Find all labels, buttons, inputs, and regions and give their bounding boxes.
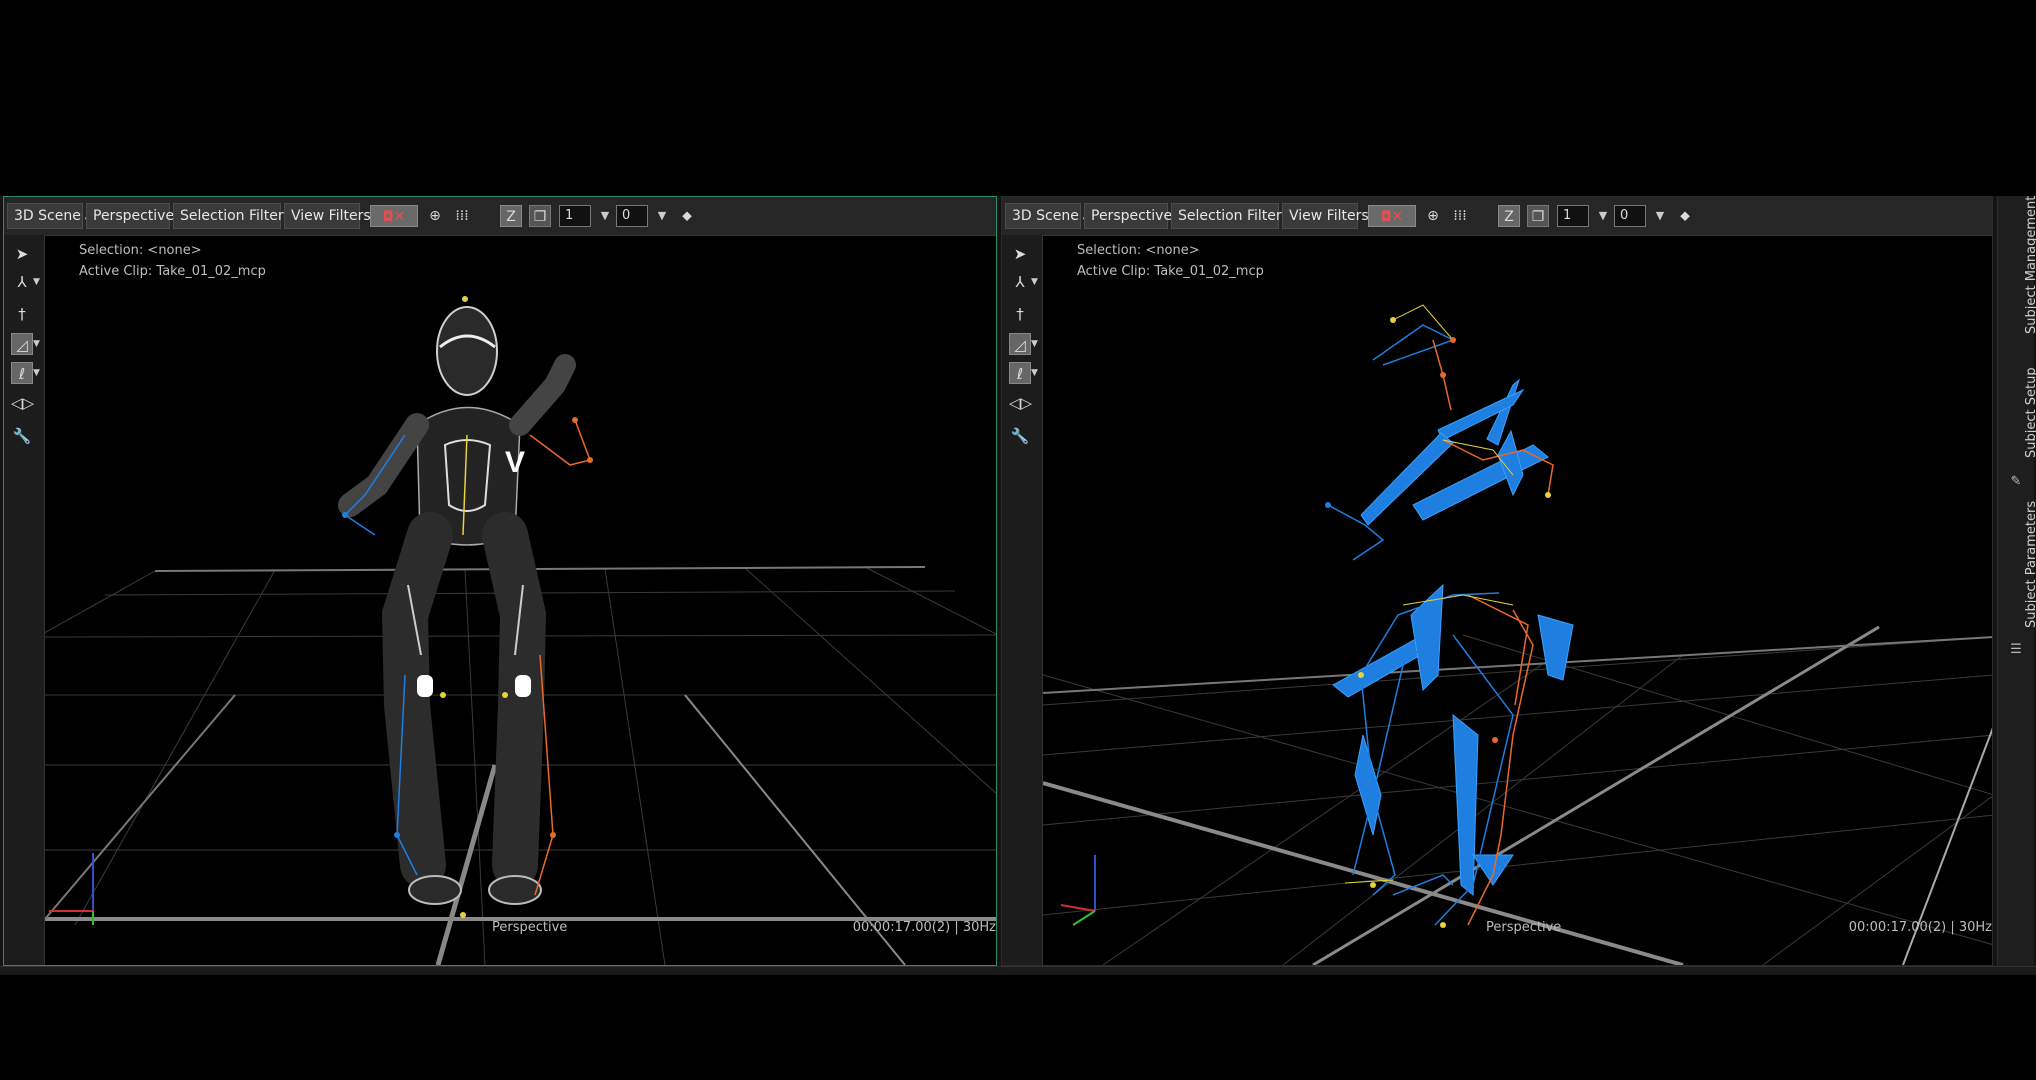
active-clip-text: Active Clip: Take_01_02_mcp — [1077, 264, 1264, 279]
selection-filters-label: Selection Filters — [1178, 208, 1289, 224]
frame-field-a[interactable]: 1 — [559, 205, 591, 227]
chevron-down-icon[interactable]: ▼ — [655, 205, 669, 227]
camera-record-icon[interactable]: ◘✕ — [370, 205, 418, 227]
camera-dropdown[interactable]: Perspective▼ — [86, 203, 186, 229]
view-filters-button[interactable]: View Filters — [1282, 203, 1369, 229]
camera-name-label: Perspective — [492, 920, 568, 935]
stick-figure-icon[interactable]: † — [11, 303, 33, 325]
tab-label: Subject Management — [2024, 195, 2036, 334]
selection-filters-button[interactable]: Selection Filters — [1171, 203, 1289, 229]
view-filters-label: View Filters — [1289, 208, 1369, 224]
sort-z-icon[interactable]: Z — [500, 205, 522, 227]
layers-icon[interactable]: ❐ — [1527, 205, 1549, 227]
3d-scene-view[interactable]: V Selection: <none> Active Clip: Take_01… — [45, 235, 996, 965]
axis-gizmo-icon[interactable]: ⅄ — [1009, 271, 1031, 293]
viewport-left[interactable]: 3D Scene▼ Perspective▼ Selection Filters… — [3, 196, 997, 966]
chevron-down-icon[interactable]: ▼ — [33, 333, 43, 355]
grid-major-lines — [1043, 625, 1992, 965]
chevron-down-icon[interactable]: ▼ — [33, 362, 43, 384]
frame-field-a[interactable]: 1 — [1557, 205, 1589, 227]
tab-subject-parameters[interactable]: Subject Parameters ☰ — [1998, 501, 2036, 657]
eye-plus-icon[interactable]: ⊕ — [1422, 205, 1444, 227]
tab-label: Subject Setup — [2024, 367, 2036, 458]
wrench-icon[interactable]: 🔧 — [1009, 425, 1031, 447]
selection-filters-button[interactable]: Selection Filters — [173, 203, 291, 229]
playback-icon[interactable]: ◁▷ — [1009, 392, 1032, 414]
selection-text: Selection: <none> — [1077, 243, 1200, 258]
scene-dropdown-label: 3D Scene — [14, 208, 81, 224]
timecode-label: 00:00:17.00(2) | 30Hz — [852, 920, 996, 935]
tab-subject-management[interactable]: Subject Management — [1998, 196, 2036, 344]
camera-name-label: Perspective — [1486, 920, 1562, 935]
tab-subject-setup[interactable]: Subject Setup ✎ — [1998, 367, 2036, 496]
sliders-icon: ☰ — [2010, 642, 2022, 657]
pin-icon[interactable]: ⬥ — [676, 205, 698, 227]
viewport-right[interactable]: 3D Scene▼ Perspective▼ Selection Filters… — [1001, 196, 1993, 966]
select-arrow-icon[interactable]: ➤ — [1009, 243, 1031, 265]
tool-sidebar: ➤ ⅄ ▼ † ◿ ▼ ℓ ▼ ◁▷ 🔧 — [1002, 235, 1043, 965]
camera-record-icon[interactable]: ◘✕ — [1368, 205, 1416, 227]
viewport-toolbar: 3D Scene▼ Perspective▼ Selection Filters… — [4, 197, 996, 236]
wrench-icon[interactable]: 🔧 — [11, 425, 33, 447]
status-bar — [0, 966, 2036, 975]
sort-z-icon[interactable]: Z — [1498, 205, 1520, 227]
playback-icon[interactable]: ◁▷ — [11, 392, 34, 414]
shape-tool-icon[interactable]: ◿ — [1009, 333, 1031, 355]
scene-dropdown[interactable]: 3D Scene▼ — [7, 203, 93, 229]
3d-scene-view[interactable]: Selection: <none> Active Clip: Take_01_0… — [1043, 235, 1992, 965]
stick-figure-icon[interactable]: † — [1009, 303, 1031, 325]
axis-gizmo — [1060, 855, 1096, 926]
light-tool-icon[interactable]: ℓ — [1009, 362, 1031, 384]
axis-gizmo-icon[interactable]: ⅄ — [11, 271, 33, 293]
active-clip-text: Active Clip: Take_01_02_mcp — [79, 264, 266, 279]
selection-filters-label: Selection Filters — [180, 208, 291, 224]
scene-graphics — [1043, 304, 1992, 965]
grid-dots-icon[interactable]: ⁞⁞⁞ — [1449, 205, 1471, 227]
tool-sidebar: ➤ ⅄ ▼ † ◿ ▼ ℓ ▼ ◁▷ 🔧 — [4, 235, 45, 965]
scene-dropdown-label: 3D Scene — [1012, 208, 1079, 224]
frame-field-b[interactable]: 0 — [616, 205, 648, 227]
selection-text: Selection: <none> — [79, 243, 202, 258]
pin-icon[interactable]: ⬥ — [1674, 205, 1696, 227]
camera-dropdown[interactable]: Perspective▼ — [1084, 203, 1184, 229]
skeleton-bones — [1325, 304, 1574, 928]
chevron-down-icon[interactable]: ▼ — [1031, 362, 1041, 384]
viewport-toolbar: 3D Scene▼ Perspective▼ Selection Filters… — [1002, 197, 1992, 236]
svg-text:V: V — [505, 446, 525, 479]
view-filters-label: View Filters — [291, 208, 371, 224]
timecode-label: 00:00:17.00(2) | 30Hz — [1848, 920, 1992, 935]
chevron-down-icon[interactable]: ▼ — [1653, 205, 1667, 227]
character-model: V — [338, 306, 576, 905]
wand-icon: ✎ — [2010, 474, 2022, 489]
chevron-down-icon[interactable]: ▼ — [1596, 205, 1610, 227]
scene-graphics: V — [45, 296, 996, 965]
grid-dots-icon[interactable]: ⁞⁞⁞ — [451, 205, 473, 227]
light-tool-icon[interactable]: ℓ — [11, 362, 33, 384]
scene-dropdown[interactable]: 3D Scene▼ — [1005, 203, 1091, 229]
layers-icon[interactable]: ❐ — [529, 205, 551, 227]
right-tab-panel: Subject Management Subject Setup ✎ Subje… — [1997, 196, 2036, 966]
select-arrow-icon[interactable]: ➤ — [11, 243, 33, 265]
camera-dropdown-label: Perspective — [93, 208, 175, 224]
view-filters-button[interactable]: View Filters — [284, 203, 371, 229]
chevron-down-icon[interactable]: ▼ — [1031, 333, 1041, 355]
shogun-app: 3D Scene▼ Perspective▼ Selection Filters… — [0, 196, 2036, 975]
chevron-down-icon[interactable]: ▼ — [598, 205, 612, 227]
chevron-down-icon[interactable]: ▼ — [33, 271, 43, 293]
shape-tool-icon[interactable]: ◿ — [11, 333, 33, 355]
eye-plus-icon[interactable]: ⊕ — [424, 205, 446, 227]
chevron-down-icon[interactable]: ▼ — [1031, 271, 1041, 293]
frame-field-b[interactable]: 0 — [1614, 205, 1646, 227]
tab-label: Subject Parameters — [2024, 500, 2036, 628]
camera-dropdown-label: Perspective — [1091, 208, 1173, 224]
